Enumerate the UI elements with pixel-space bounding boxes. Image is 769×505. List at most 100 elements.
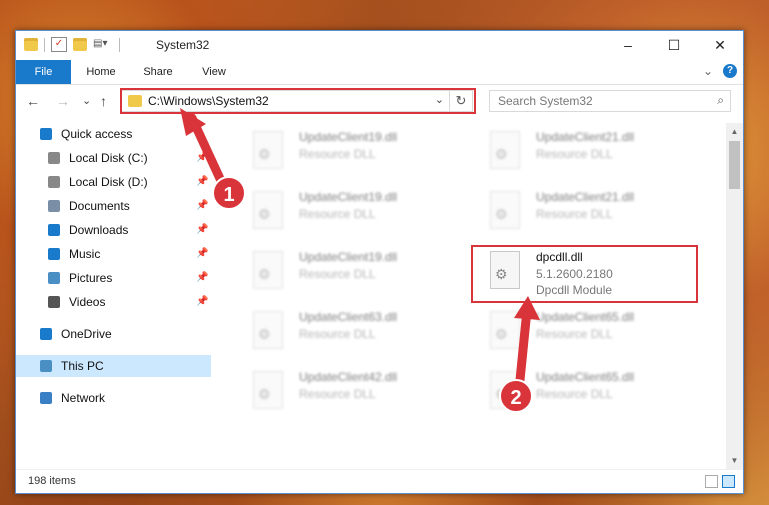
customize-toolbar-icon[interactable]: ▤▾ xyxy=(93,38,113,51)
file-tile[interactable]: UpdateClient21.dll Resource DLL xyxy=(482,125,692,177)
back-arrow-icon[interactable]: ← xyxy=(26,93,40,109)
folder-icon xyxy=(24,38,38,51)
file-name: UpdateClient65.dll xyxy=(536,370,635,384)
file-tile[interactable]: UpdateClient19.dll Resource DLL xyxy=(245,125,455,177)
sidebar-item-this-pc[interactable]: This PC xyxy=(16,355,211,377)
navigation-pane: Quick access Local Disk (C:) 📌 Local Disk (… xyxy=(16,123,211,469)
tab-share[interactable]: Share xyxy=(134,60,182,84)
status-bar: 198 items xyxy=(16,469,743,494)
file-name: UpdateClient19.dll xyxy=(299,250,398,264)
details-view-icon[interactable] xyxy=(705,475,718,488)
sidebar-item-label: Network xyxy=(61,391,106,405)
drive-icon xyxy=(48,176,60,188)
pin-icon[interactable]: 📌 xyxy=(196,243,208,265)
scroll-up-icon[interactable]: ▲ xyxy=(726,123,743,140)
separator xyxy=(44,37,45,52)
window-title: System32 xyxy=(156,38,210,52)
search-icon: ⌕ xyxy=(717,93,724,107)
close-button[interactable]: ✕ xyxy=(697,31,743,60)
pictures-icon xyxy=(48,272,60,284)
dll-file-icon xyxy=(253,191,283,229)
sidebar-item-label: Videos xyxy=(69,295,106,309)
file-type: Resource DLL xyxy=(299,207,376,221)
pin-icon[interactable]: 📌 xyxy=(196,291,208,313)
address-highlight-box xyxy=(120,88,476,114)
file-name: UpdateClient63.dll xyxy=(299,310,398,324)
sidebar-item-videos[interactable]: Videos 📌 xyxy=(16,291,211,313)
file-type: Resource DLL xyxy=(299,327,376,341)
tab-view[interactable]: View xyxy=(192,60,236,84)
sidebar-item-local-disk-d[interactable]: Local Disk (D:) 📌 xyxy=(16,171,211,193)
sidebar-item-downloads[interactable]: Downloads 📌 xyxy=(16,219,211,241)
file-type: Resource DLL xyxy=(536,387,613,401)
dll-file-icon xyxy=(253,311,283,349)
sidebar-item-label: Music xyxy=(69,247,101,261)
drive-icon xyxy=(48,152,60,164)
quick-access-toolbar: ✓ ▤▾ xyxy=(24,37,120,52)
help-icon[interactable]: ? xyxy=(723,64,737,78)
sidebar-item-pictures[interactable]: Pictures 📌 xyxy=(16,267,211,289)
search-input[interactable]: Search System32 xyxy=(498,94,593,108)
file-name: UpdateClient19.dll xyxy=(299,190,398,204)
pin-icon[interactable]: 📌 xyxy=(196,195,208,217)
sidebar-item-label: This PC xyxy=(61,359,104,373)
file-name: UpdateClient65.dll xyxy=(536,310,635,324)
file-tile[interactable]: UpdateClient42.dll Resource DLL xyxy=(245,365,455,417)
recent-locations-icon[interactable]: ⌄ xyxy=(82,94,91,107)
dll-file-icon xyxy=(490,131,520,169)
sidebar-item-label: Pictures xyxy=(69,271,113,285)
pin-icon[interactable]: 📌 xyxy=(196,171,208,193)
file-tile[interactable]: UpdateClient65.dll Resource DLL xyxy=(482,305,692,357)
expand-ribbon-icon[interactable]: ⌄ xyxy=(703,64,713,78)
tiles-view-icon[interactable] xyxy=(722,475,735,488)
pin-icon[interactable]: 📌 xyxy=(196,147,208,169)
pin-icon[interactable]: 📌 xyxy=(196,219,208,241)
file-type: Resource DLL xyxy=(299,267,376,281)
sidebar-item-music[interactable]: Music 📌 xyxy=(16,243,211,265)
file-type: Resource DLL xyxy=(536,327,613,341)
tab-home[interactable]: Home xyxy=(78,60,124,84)
properties-icon[interactable]: ✓ xyxy=(51,37,67,52)
file-tile[interactable]: UpdateClient19.dll Resource DLL xyxy=(245,185,455,237)
sidebar-item-documents[interactable]: Documents 📌 xyxy=(16,195,211,217)
cloud-icon xyxy=(40,328,52,340)
up-arrow-icon[interactable]: ↑ xyxy=(100,93,107,109)
dll-file-icon xyxy=(253,371,283,409)
sidebar-item-network[interactable]: Network xyxy=(16,387,211,409)
file-type: Resource DLL xyxy=(299,387,376,401)
sidebar-item-label: Quick access xyxy=(61,127,133,141)
forward-arrow-icon[interactable]: → xyxy=(56,93,70,109)
item-count: 198 items xyxy=(28,475,76,487)
minimize-button[interactable]: – xyxy=(605,31,651,60)
computer-icon xyxy=(40,360,52,372)
sidebar-item-local-disk-c[interactable]: Local Disk (C:) 📌 xyxy=(16,147,211,169)
separator xyxy=(119,37,120,52)
vertical-scrollbar[interactable]: ▲ ▼ xyxy=(726,123,743,469)
file-tile[interactable]: UpdateClient63.dll Resource DLL xyxy=(245,305,455,357)
callout-step-1: 1 xyxy=(212,176,246,210)
dll-file-icon xyxy=(490,311,520,349)
documents-icon xyxy=(48,200,60,212)
pin-icon[interactable]: 📌 xyxy=(196,267,208,289)
file-type: Resource DLL xyxy=(536,147,613,161)
file-name: UpdateClient19.dll xyxy=(299,130,398,144)
ribbon: File Home Share View ⌄ ? xyxy=(16,60,743,85)
file-tile[interactable]: UpdateClient21.dll Resource DLL xyxy=(482,185,692,237)
sidebar-item-quick-access[interactable]: Quick access xyxy=(16,123,211,145)
file-name: UpdateClient42.dll xyxy=(299,370,398,384)
search-box[interactable]: Search System32 ⌕ xyxy=(489,90,731,112)
maximize-button[interactable]: ☐ xyxy=(651,31,697,60)
scroll-down-icon[interactable]: ▼ xyxy=(726,452,743,469)
file-tile[interactable]: UpdateClient19.dll Resource DLL xyxy=(245,245,455,297)
file-type: Resource DLL xyxy=(299,147,376,161)
sidebar-item-label: Local Disk (C:) xyxy=(69,151,148,165)
sidebar-item-label: Downloads xyxy=(69,223,129,237)
file-name: UpdateClient21.dll xyxy=(536,190,635,204)
new-folder-icon[interactable] xyxy=(73,38,87,51)
downloads-icon xyxy=(48,224,60,236)
videos-icon xyxy=(48,296,60,308)
tab-file[interactable]: File xyxy=(16,60,71,84)
scroll-thumb[interactable] xyxy=(729,141,740,189)
sidebar-item-onedrive[interactable]: OneDrive xyxy=(16,323,211,345)
music-icon xyxy=(48,248,60,260)
